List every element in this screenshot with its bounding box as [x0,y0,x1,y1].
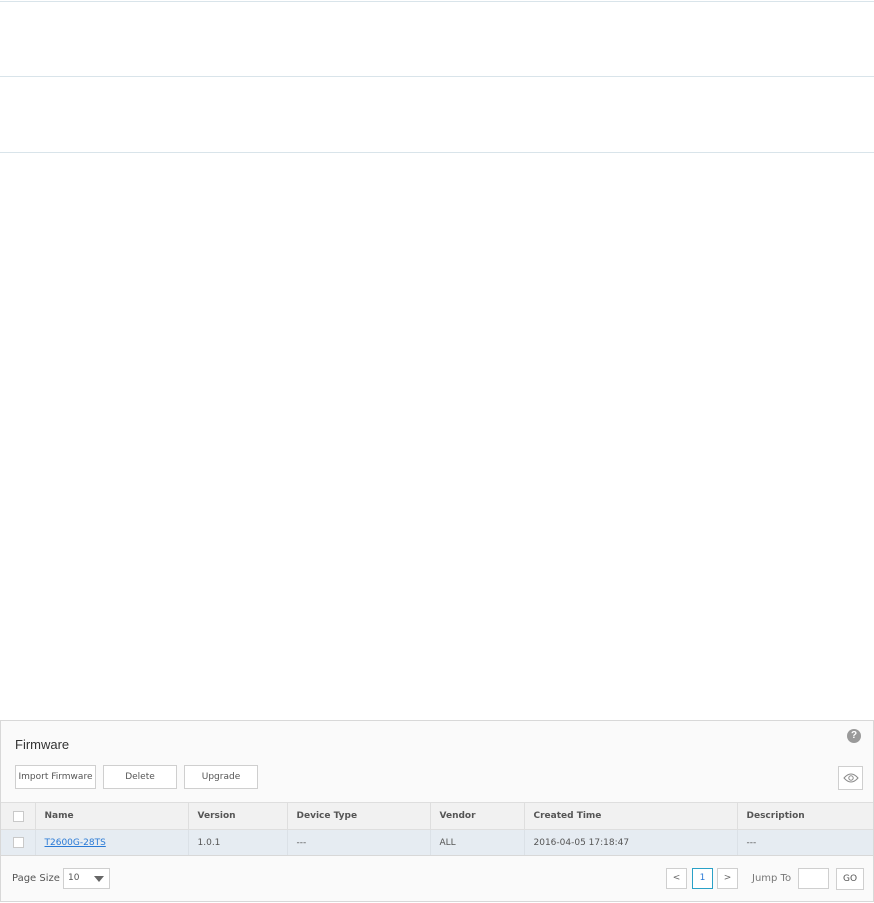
import-firmware-button[interactable]: Import Firmware [15,765,96,789]
page-size-select[interactable]: 10 [63,868,110,889]
firmware-panel: Firmware ? Import Firmware Delete Upgrad… [0,720,874,902]
row-select-cell [1,829,36,856]
table-row[interactable]: T2600G-28TS 1.0.1 --- ALL 2016-04-05 17:… [1,829,873,856]
upgrade-button[interactable]: Upgrade [184,765,258,789]
column-toggle-button[interactable] [838,766,863,790]
cell-name: T2600G-28TS [35,829,189,856]
column-header-created-time[interactable]: Created Time [524,802,738,830]
page-size-value: 10 [68,873,80,883]
jump-to-input[interactable] [798,868,829,889]
help-icon[interactable]: ? [847,729,861,743]
page-size-label: Page Size [12,873,60,884]
column-header-version[interactable]: Version [188,802,288,830]
row-checkbox[interactable] [13,837,24,848]
table-header-row: Name Version Device Type Vendor Created … [1,802,873,830]
chevron-down-icon [94,876,104,882]
cell-device-type: --- [287,829,431,856]
page-number-button[interactable]: 1 [692,868,713,889]
prev-page-button[interactable]: < [666,868,687,889]
next-page-button[interactable]: > [717,868,738,889]
top-divider [0,1,874,2]
cell-version: 1.0.1 [188,829,288,856]
column-header-vendor[interactable]: Vendor [430,802,525,830]
column-header-name[interactable]: Name [35,802,189,830]
panel-title: Firmware [15,737,70,752]
select-all-checkbox[interactable] [13,810,24,822]
column-header-device-type[interactable]: Device Type [287,802,431,830]
cell-description: --- [737,829,873,856]
middle-divider [0,76,874,77]
firmware-table: Name Version Device Type Vendor Created … [1,802,873,856]
bottom-divider [0,152,874,153]
column-header-description[interactable]: Description [737,802,873,830]
delete-button[interactable]: Delete [103,765,177,789]
go-button[interactable]: GO [836,868,864,890]
eye-icon [842,773,859,783]
jump-to-label: Jump To [752,873,792,884]
cell-vendor: ALL [430,829,525,856]
cell-created-time: 2016-04-05 17:18:47 [524,829,738,856]
select-all-cell [1,802,36,830]
firmware-name-link[interactable]: T2600G-28TS [45,838,106,848]
